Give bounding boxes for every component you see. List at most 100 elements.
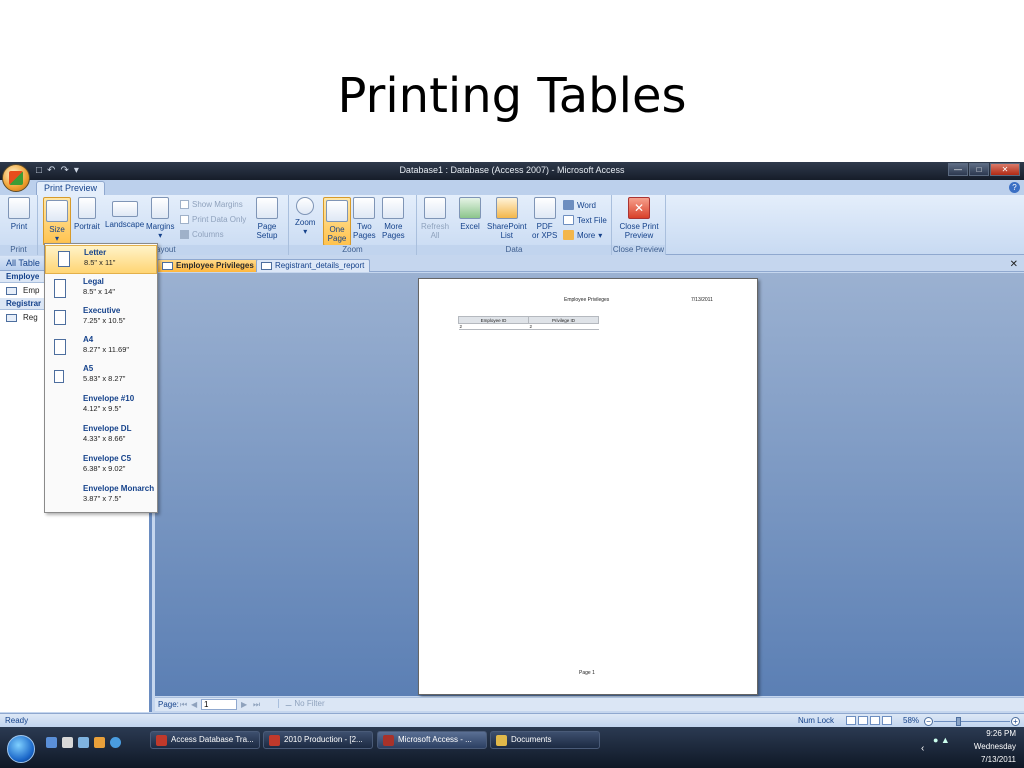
prev-page-icon[interactable]: ◀ xyxy=(191,700,197,709)
app-icon[interactable] xyxy=(78,737,89,748)
report-view-icon[interactable] xyxy=(846,716,856,725)
more-pages-button[interactable]: More Pages xyxy=(382,197,405,240)
zoom-handle[interactable] xyxy=(956,717,961,726)
table-row: 2 2 xyxy=(458,323,599,330)
title-bar: □ ↶ ↷ ▾ Database1 : Database (Access 200… xyxy=(0,162,1024,180)
paper-size-name: Envelope C5 xyxy=(83,454,132,463)
paper-size-name: Legal xyxy=(83,277,104,286)
size-button[interactable]: Size ▾ xyxy=(43,197,71,246)
paper-size-dims: 3.87" x 7.5" xyxy=(83,494,122,503)
taskbar-item[interactable]: Documents xyxy=(490,731,600,749)
status-text: Ready xyxy=(5,716,29,725)
network-icon[interactable]: ● ▲ xyxy=(933,735,950,745)
show-hidden-icons[interactable]: ‹ xyxy=(921,743,924,754)
paper-size-envelope-dl[interactable]: Envelope DL 4.33" x 8.66" xyxy=(45,422,157,451)
show-desktop-icon[interactable] xyxy=(46,737,57,748)
text-file-label: Text File xyxy=(577,215,607,225)
start-button[interactable] xyxy=(7,735,35,763)
nav-item-label: Reg xyxy=(23,313,38,322)
taskbar-item[interactable]: Access Database Tra... xyxy=(150,731,260,749)
landscape-button[interactable]: Landscape xyxy=(105,197,144,229)
windows-taskbar: Access Database Tra... 2010 Production -… xyxy=(0,727,1024,768)
margins-button[interactable]: Margins ▾ xyxy=(146,197,174,240)
tab-registrant-details-report[interactable]: Registrant_details_report xyxy=(256,259,371,272)
paper-size-dims: 4.33" x 8.66" xyxy=(83,434,126,443)
refresh-all-button[interactable]: Refresh All xyxy=(421,197,449,240)
filter-status[interactable]: ⚊ No Filter xyxy=(278,699,325,708)
text-file-icon xyxy=(563,215,574,225)
columns-icon xyxy=(180,230,189,239)
more-export-button[interactable]: More ▾ xyxy=(563,230,602,240)
layout-view-icon[interactable] xyxy=(870,716,880,725)
zoom-out-icon[interactable]: − xyxy=(924,717,933,726)
zoom-slider[interactable]: − + xyxy=(924,717,1020,726)
explorer-icon[interactable] xyxy=(94,737,105,748)
chevron-down-icon: ▾ xyxy=(158,231,163,240)
paper-size-a5[interactable]: A5 5.83" x 8.27" xyxy=(45,362,157,391)
close-preview-label-1: Close Print xyxy=(619,222,659,231)
taskbar-item-label: Access Database Tra... xyxy=(171,735,254,744)
text-file-button[interactable]: Text File xyxy=(563,215,607,225)
pdf-icon xyxy=(533,197,556,219)
zoom-in-icon[interactable]: + xyxy=(1011,717,1020,726)
clock-time[interactable]: 9:26 PM xyxy=(986,729,1016,738)
show-margins-option[interactable]: Show Margins xyxy=(180,200,243,209)
page-setup-button[interactable]: Page Setup xyxy=(256,197,278,240)
maximize-button[interactable]: □ xyxy=(969,163,989,176)
paper-size-dims: 8.5" x 14" xyxy=(83,287,116,296)
columns-label: Columns xyxy=(192,230,224,239)
internet-explorer-icon[interactable] xyxy=(110,737,121,748)
two-pages-button[interactable]: Two Pages xyxy=(353,197,376,240)
excel-icon xyxy=(459,197,481,219)
access-window: □ ↶ ↷ ▾ Database1 : Database (Access 200… xyxy=(0,162,1024,768)
design-view-icon[interactable] xyxy=(882,716,892,725)
minimize-button[interactable]: — xyxy=(948,163,968,176)
sharepoint-label-1: SharePoint xyxy=(487,222,527,231)
clock-day[interactable]: Wednesday xyxy=(974,742,1016,751)
app-icon[interactable] xyxy=(62,737,73,748)
word-icon xyxy=(563,200,574,210)
print-button[interactable]: Print xyxy=(8,197,30,231)
paper-size-name: A4 xyxy=(83,335,94,344)
taskbar-item[interactable]: 2010 Production - [2... xyxy=(263,731,373,749)
excel-button[interactable]: Excel xyxy=(459,197,481,231)
excel-button-label: Excel xyxy=(460,222,480,231)
portrait-button[interactable]: Portrait xyxy=(74,197,100,231)
clock-date[interactable]: 7/13/2011 xyxy=(981,755,1016,764)
tab-print-preview[interactable]: Print Preview xyxy=(36,181,106,196)
pdf-xps-button[interactable]: PDF or XPS xyxy=(532,197,557,240)
close-window-button[interactable]: ✕ xyxy=(990,163,1020,176)
next-page-icon[interactable]: ▶ xyxy=(241,700,247,709)
word-button[interactable]: Word xyxy=(563,200,596,210)
office-button[interactable] xyxy=(2,164,30,192)
print-data-only-option[interactable]: Print Data Only xyxy=(180,215,246,224)
paper-size-legal[interactable]: Legal 8.5" x 14" xyxy=(45,275,157,304)
nav-item-label: Emp xyxy=(23,286,40,295)
paper-size-a4[interactable]: A4 8.27" x 11.69" xyxy=(45,333,157,362)
paper-size-envelope-monarch[interactable]: Envelope Monarch 3.87" x 7.5" xyxy=(45,482,157,511)
paper-size-envelope-c5[interactable]: Envelope C5 6.38" x 9.02" xyxy=(45,452,157,481)
tab-employee-privileges[interactable]: Employee Privileges xyxy=(157,259,260,272)
paper-size-executive[interactable]: Executive 7.25" x 10.5" xyxy=(45,304,157,333)
pdf-label-1: PDF xyxy=(536,222,553,231)
paper-size-letter[interactable]: Letter 8.5" x 11" xyxy=(45,245,157,274)
num-lock-indicator: Num Lock xyxy=(798,716,835,725)
close-print-preview-button[interactable]: ✕ Close Print Preview xyxy=(617,197,661,240)
print-preview-view-icon[interactable] xyxy=(858,716,868,725)
paper-size-dims: 7.25" x 10.5" xyxy=(83,316,126,325)
one-page-button[interactable]: One Page xyxy=(323,197,351,246)
taskbar-item[interactable]: Microsoft Access - ... xyxy=(377,731,487,749)
print-group-label: Print xyxy=(0,245,37,255)
page-icon xyxy=(54,279,66,298)
zoom-button[interactable]: Zoom ▾ xyxy=(295,197,315,236)
help-icon[interactable]: ? xyxy=(1009,182,1020,193)
last-page-icon[interactable]: ⏭ xyxy=(253,700,260,710)
paper-size-envelope-10[interactable]: Envelope #10 4.12" x 9.5" xyxy=(45,392,157,421)
close-document-icon[interactable]: ✕ xyxy=(1010,259,1018,270)
first-page-icon[interactable]: ⏮ xyxy=(180,700,187,710)
zoom-button-label: Zoom xyxy=(295,218,316,227)
size-button-label: Size xyxy=(49,225,65,234)
sharepoint-list-button[interactable]: SharePoint List xyxy=(487,197,527,240)
page-number-input[interactable] xyxy=(201,699,237,710)
columns-button[interactable]: Columns xyxy=(180,230,224,239)
